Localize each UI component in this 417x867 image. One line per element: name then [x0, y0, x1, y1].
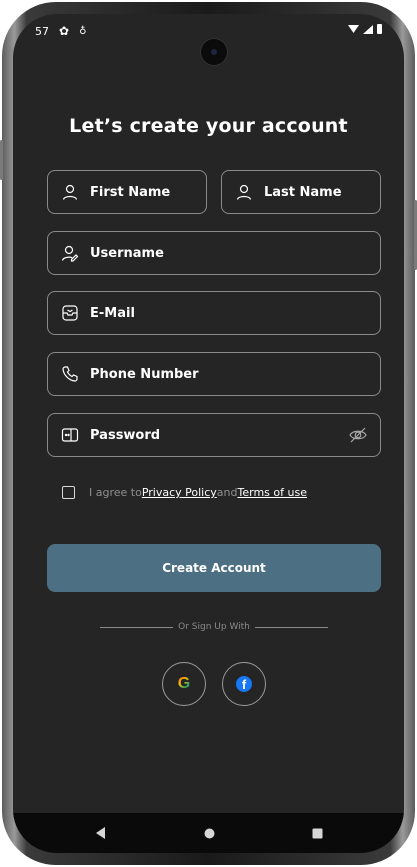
recents-icon[interactable]	[309, 825, 325, 841]
status-time: 57	[35, 24, 49, 38]
email-placeholder: E-Mail	[90, 305, 135, 321]
phone-field[interactable]: Phone Number	[47, 352, 381, 396]
battery-icon	[377, 24, 382, 34]
settings-icon: ✿	[59, 24, 70, 38]
divider-text: Or Sign Up With	[178, 622, 250, 632]
mail-icon	[60, 303, 80, 323]
terms-of-use-link[interactable]: Terms of use	[238, 486, 307, 499]
divider-line	[100, 626, 174, 628]
terms-middle: and	[216, 486, 238, 499]
password-placeholder: Password	[90, 427, 161, 443]
app-screen: 57 ✿ ♁ Let’s create your account First N…	[13, 14, 404, 853]
terms-checkbox[interactable]	[62, 486, 75, 499]
front-camera	[201, 39, 227, 65]
wifi-icon	[348, 24, 359, 33]
privacy-policy-link[interactable]: Privacy Policy	[142, 486, 217, 499]
phone-icon	[60, 364, 80, 384]
terms-row: I agree to Privacy Policy and Terms of u…	[62, 486, 307, 499]
user-edit-icon	[60, 243, 80, 263]
username-field[interactable]: Username	[47, 231, 381, 275]
user-icon	[234, 182, 254, 202]
notification-icon: ♁	[79, 25, 87, 37]
divider-line	[254, 626, 329, 628]
last-name-field[interactable]: Last Name	[221, 170, 381, 214]
back-icon[interactable]	[93, 825, 109, 841]
home-icon[interactable]	[201, 825, 217, 841]
system-nav-bar	[13, 813, 404, 853]
google-icon: G	[177, 675, 191, 692]
first-name-field[interactable]: First Name	[47, 170, 207, 214]
page-title: Let’s create your account	[69, 115, 348, 137]
phone-side-button	[0, 140, 3, 180]
phone-placeholder: Phone Number	[90, 366, 199, 382]
signal-icon	[363, 24, 373, 34]
create-account-button[interactable]: Create Account	[47, 544, 381, 592]
first-name-placeholder: First Name	[90, 184, 171, 200]
facebook-signin-button[interactable]: f	[222, 662, 266, 706]
password-icon	[60, 425, 80, 445]
social-divider: Or Sign Up With	[100, 622, 329, 632]
password-field[interactable]: Password	[47, 413, 381, 457]
terms-prefix: I agree to	[89, 486, 142, 499]
eye-slash-icon[interactable]	[348, 425, 368, 445]
email-field[interactable]: E-Mail	[47, 291, 381, 335]
user-icon	[60, 182, 80, 202]
facebook-icon: f	[236, 676, 252, 692]
username-placeholder: Username	[90, 245, 164, 261]
google-signin-button[interactable]: G	[162, 662, 206, 706]
last-name-placeholder: Last Name	[264, 184, 342, 200]
